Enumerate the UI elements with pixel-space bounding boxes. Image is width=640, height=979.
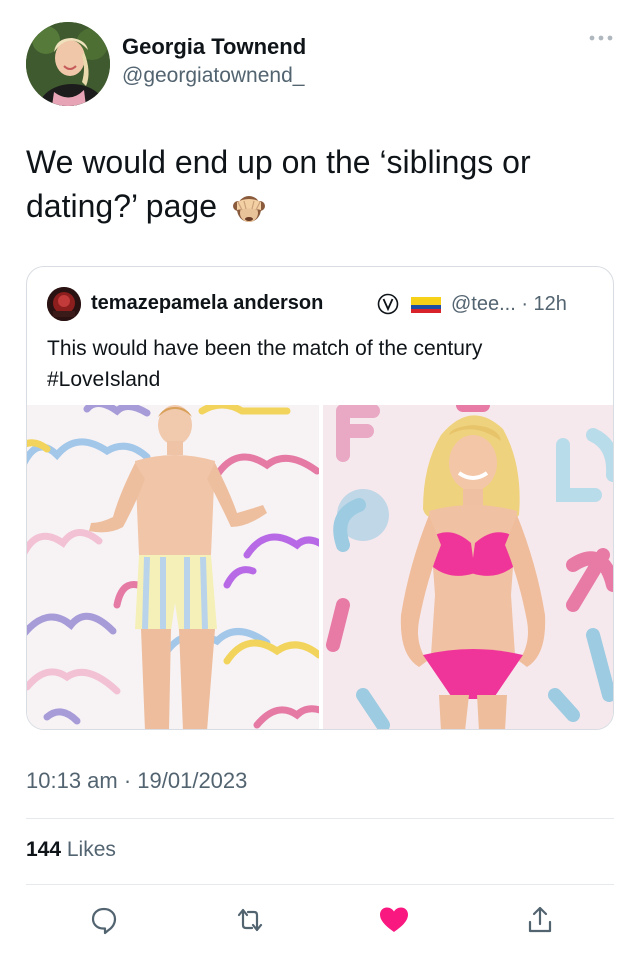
author-avatar[interactable] [26,22,110,106]
circled-v-emoji [377,293,399,315]
likes-number: 144 [26,838,62,861]
share-icon[interactable] [518,898,562,942]
likes-label: Likes [61,838,116,861]
author-name[interactable]: Georgia Townend [122,34,306,60]
tweet-header: Georgia Townend @georgiatownend_ [26,22,616,106]
quoted-author-avatar[interactable] [47,287,81,321]
tweet-body: We would end up on the ‘siblings or dati… [26,144,531,224]
tweet-text: We would end up on the ‘siblings or dati… [26,140,606,228]
tweet-timestamp[interactable]: 10:13 am · 19/01/2023 [26,768,247,794]
quoted-tweet-text: This would have been the match of the ce… [47,333,597,395]
photo-woman-in-pink-bikini[interactable] [323,405,613,729]
divider [26,884,614,885]
quoted-author-name[interactable]: temazepamela anderson [91,292,323,315]
divider [26,818,614,819]
photo-man-in-swim-shorts[interactable] [27,405,319,729]
quoted-handle-time[interactable]: @tee... · 12h [451,293,567,316]
quoted-media[interactable] [27,405,613,729]
colombia-flag-emoji [411,297,441,313]
quoted-text-line: This would have been the match of the ce… [47,337,483,360]
reply-icon[interactable] [82,898,126,942]
see-no-evil-monkey-emoji [232,192,266,226]
retweet-icon[interactable] [228,898,272,942]
tweet-actions [26,898,614,942]
likes-count[interactable]: 144 Likes [26,838,116,862]
like-icon-filled[interactable] [372,898,416,942]
hashtag-link[interactable]: #LoveIsland [47,364,597,395]
ellipsis-icon[interactable] [586,32,616,52]
quoted-tweet[interactable]: temazepamela anderson @tee... · 12h This… [26,266,614,730]
author-handle[interactable]: @georgiatownend_ [122,64,304,88]
